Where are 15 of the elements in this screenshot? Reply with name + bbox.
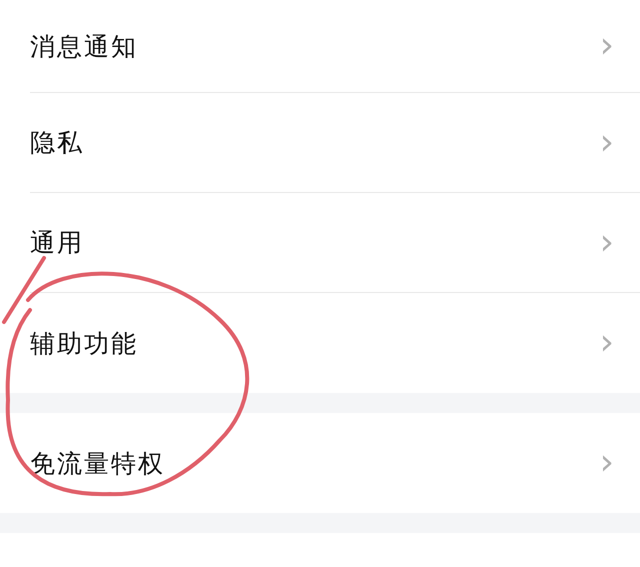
chevron-icon: ›: [600, 124, 614, 160]
settings-item[interactable]: 辅助功能 ›: [30, 293, 640, 393]
settings-item[interactable]: 隐私 ›: [30, 93, 640, 193]
item-label: 通用: [30, 227, 84, 259]
settings-item[interactable]: 通用 ›: [30, 193, 640, 293]
chevron-icon: ›: [600, 445, 614, 481]
chevron-icon: ›: [600, 325, 614, 361]
chevron-icon: ›: [600, 224, 614, 260]
item-label: 消息通知: [30, 30, 138, 62]
settings-item[interactable]: 消息通知 ›: [30, 0, 640, 93]
item-label: 辅助功能: [30, 328, 138, 360]
item-label: 隐私: [30, 127, 84, 159]
item-label: 免流量特权: [30, 448, 165, 480]
chevron-icon: ›: [600, 28, 614, 64]
settings-item[interactable]: 免流量特权 ›: [30, 413, 640, 513]
